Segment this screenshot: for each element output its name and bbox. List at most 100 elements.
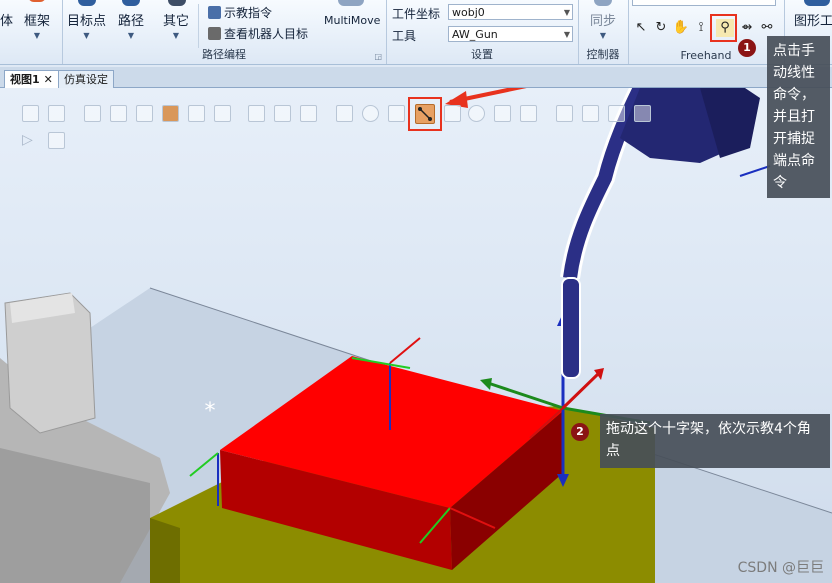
path-button-label: 路径 [118, 14, 145, 29]
measure-minimum-distance-icon[interactable] [634, 105, 651, 122]
3d-viewport[interactable]: * ▷ [0, 88, 832, 583]
chevron-down-icon: ▼ [563, 8, 570, 17]
teach-instruction-icon [208, 6, 221, 19]
group-label-controller: 控制器 [586, 48, 620, 61]
ribbon-group-freehand: ↖ ↻ ✋ ⟟ ⚲ ⇴ ⚯ Freehand [628, 0, 785, 64]
multimove-button[interactable]: MultiMove [324, 14, 380, 27]
group-label-settings: 设置 [471, 48, 493, 61]
path-icon [122, 0, 140, 6]
freehand-reference-select[interactable] [632, 0, 776, 6]
select-curve-icon[interactable] [22, 105, 39, 122]
workobject-value: wobj0 [452, 6, 485, 19]
snap-local-origin-icon[interactable] [494, 105, 511, 122]
snap-grid-icon[interactable] [520, 105, 537, 122]
measure-distance-icon[interactable] [556, 105, 573, 122]
scene-svg: * [0, 88, 832, 583]
group-label-path-programming: 路径编程 [202, 48, 246, 61]
target-point-icon [78, 0, 96, 6]
target-point-button[interactable]: 目标点 ▼ [67, 10, 106, 40]
sync-button[interactable]: 同步 ▼ [590, 10, 616, 40]
other-button-label: 其它 [163, 14, 190, 29]
step2-tooltip: 拖动这个十字架，依次示教4个角点 [600, 414, 830, 468]
path-button[interactable]: 路径 ▼ [118, 10, 144, 40]
snap-edge-icon[interactable] [444, 105, 461, 122]
select-instruction-icon[interactable] [274, 105, 291, 122]
select-frame-icon[interactable] [214, 105, 231, 122]
watermark: CSDN @巨巨 [737, 560, 824, 576]
sync-label: 同步 [590, 14, 617, 29]
multimove-icon [338, 0, 364, 6]
ribbon-group-partial: 体 框架 ▼ [0, 0, 63, 64]
move-icon[interactable]: ↖ [632, 19, 650, 37]
body-button[interactable]: 体 [0, 10, 13, 29]
select-target-icon[interactable] [188, 105, 205, 122]
stop-icon[interactable] [48, 132, 65, 149]
robot-tool-axis [739, 165, 771, 177]
jog-joint-icon[interactable]: ⟟ [692, 19, 710, 37]
chevron-down-icon: ▼ [599, 31, 607, 40]
select-surface-icon[interactable] [48, 105, 65, 122]
tab-view1-label: 视图1 [10, 73, 40, 86]
chevron-down-icon: ▼ [563, 30, 570, 39]
graphics-tools-label: 图形工 [794, 14, 832, 29]
multimove-label: MultiMove [324, 14, 381, 27]
sync-icon [594, 0, 612, 6]
step2-badge: 2 [571, 423, 589, 441]
select-body-icon[interactable] [84, 105, 101, 122]
tab-simulation-setup-label: 仿真设定 [64, 73, 108, 86]
table-side [150, 518, 180, 583]
origin-star-icon: * [205, 399, 216, 424]
jog-reorient-icon[interactable]: ⇴ [738, 19, 756, 37]
other-button[interactable]: 其它 ▼ [163, 10, 189, 40]
view-robot-target-button[interactable]: 查看机器人目标 [208, 25, 308, 42]
measure-angle-icon[interactable] [582, 105, 599, 122]
gizmo-axis-x[interactable] [561, 372, 600, 410]
chevron-down-icon: ▼ [172, 31, 180, 40]
body-button-label: 体 [0, 14, 14, 29]
snap-midpoint-icon[interactable] [388, 105, 405, 122]
graphics-tools-button[interactable]: 图形工 [794, 10, 832, 29]
dialog-launcher-icon[interactable]: ◲ [374, 52, 382, 61]
ribbon-group-settings: 工件坐标 wobj0 ▼ 工具 AW_Gun ▼ 设置 [386, 0, 579, 64]
workobject-select[interactable]: wobj0 ▼ [448, 4, 573, 20]
step1-text: 点击手动线性命令，并且打开捕捉端点命令 [773, 43, 815, 191]
snap-object-icon[interactable] [336, 105, 353, 122]
play-icon[interactable]: ▷ [22, 132, 39, 149]
group-label-freehand: Freehand [680, 49, 732, 62]
tab-simulation-setup[interactable]: 仿真设定 [58, 70, 114, 88]
hand-icon[interactable]: ✋ [672, 19, 690, 37]
tab-view1[interactable]: 视图1 ✕ [4, 70, 59, 88]
separator [198, 4, 199, 48]
frame-axis-x [389, 337, 421, 364]
multi-robot-jog-icon[interactable]: ⚯ [758, 19, 776, 37]
rotate-icon[interactable]: ↻ [652, 19, 670, 37]
gizmo-arrow-y[interactable] [480, 378, 492, 390]
select-path-icon[interactable] [248, 105, 265, 122]
step2-text: 拖动这个十字架，依次示教4个角点 [606, 421, 811, 459]
snap-gravity-icon[interactable] [468, 105, 485, 122]
teach-instruction-button[interactable]: 示教指令 [208, 4, 272, 21]
jog-linear-highlight [710, 14, 737, 42]
frame-icon [28, 0, 46, 2]
snap-center-icon[interactable] [362, 105, 379, 122]
frame-button[interactable]: 框架 ▼ [24, 10, 50, 40]
view-robot-target-label: 查看机器人目标 [224, 27, 309, 41]
chevron-down-icon: ▼ [83, 31, 90, 40]
step1-badge: 1 [738, 39, 756, 57]
ribbon-group-path-programming: 目标点 ▼ 路径 ▼ 其它 ▼ 示教指令 查看机器人目标 MultiMove 路… [62, 0, 387, 64]
select-part-icon[interactable] [110, 105, 127, 122]
workobject-label: 工件坐标 [392, 7, 441, 21]
snap-endpoint-highlight [408, 97, 442, 131]
measure-diameter-icon[interactable] [608, 105, 625, 122]
chevron-down-icon: ▼ [33, 31, 41, 40]
select-mechanism-icon[interactable] [136, 105, 153, 122]
step1-tooltip: 点击手动线性命令，并且打开捕捉端点命令 [767, 36, 830, 198]
torch-nozzle [561, 277, 581, 379]
close-icon[interactable]: ✕ [44, 71, 53, 88]
select-group-icon[interactable] [162, 105, 179, 122]
graphics-icon [804, 0, 830, 6]
select-component-icon[interactable] [300, 105, 317, 122]
tool-select[interactable]: AW_Gun ▼ [448, 26, 573, 42]
target-point-label: 目标点 [67, 14, 107, 29]
document-tabs: 视图1 ✕ 仿真设定 [0, 67, 832, 88]
